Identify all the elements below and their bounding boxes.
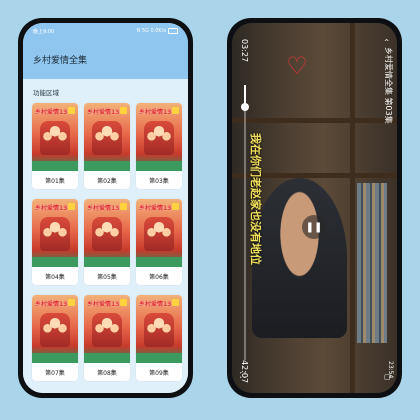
subtitle-text: 我在你们老赵家也没有地位 (249, 133, 262, 265)
status-time: 晚上9:00 (33, 28, 55, 35)
bookshelf-books (357, 183, 387, 343)
progress-track[interactable] (241, 85, 249, 360)
poster-grass (32, 353, 78, 363)
poster-tag (68, 107, 75, 114)
episode-label: 第02集 (97, 177, 117, 185)
shelf (350, 23, 355, 393)
episode-card[interactable]: 乡村爱情13 第09集 (136, 295, 182, 381)
poster-figures (92, 121, 122, 155)
episode-poster: 乡村爱情13 (136, 199, 182, 267)
content-area: 功能区域 乡村爱情13 第01集 乡村爱情13 第02集 乡村爱情13 第03集 乡村爱情1… (23, 79, 188, 393)
episode-label: 第04集 (45, 273, 65, 281)
poster-title: 乡村爱情13 (35, 301, 68, 308)
poster-tag (120, 299, 127, 306)
pause-button[interactable]: ❚❚ (302, 215, 326, 239)
shelf (232, 118, 397, 123)
episode-poster: 乡村爱情13 (84, 199, 130, 267)
status-network: N 5G 0.0K/s (136, 28, 167, 34)
episode-poster: 乡村爱情13 (136, 103, 182, 171)
episode-grid: 乡村爱情13 第01集 乡村爱情13 第02集 乡村爱情13 第03集 乡村爱情13 第04集… (23, 103, 188, 381)
video-player-screen[interactable]: ♡ 03:27 42:07 乡村爱情全集 第03集 23:54 我在你们老赵家也… (232, 23, 397, 393)
episode-card[interactable]: 乡村爱情13 第07集 (32, 295, 78, 381)
episode-poster: 乡村爱情13 (84, 103, 130, 171)
poster-grass (32, 257, 78, 267)
poster-tag (172, 203, 179, 210)
poster-title: 乡村爱情13 (35, 109, 68, 116)
poster-figures (144, 217, 174, 251)
poster-grass (136, 161, 182, 171)
poster-figures (92, 217, 122, 251)
episode-card[interactable]: 乡村爱情13 第05集 (84, 199, 130, 285)
poster-title: 乡村爱情13 (139, 301, 172, 308)
episode-label: 第01集 (45, 177, 65, 185)
episode-card[interactable]: 乡村爱情13 第01集 (32, 103, 78, 189)
right-phone: ♡ 03:27 42:07 乡村爱情全集 第03集 23:54 我在你们老赵家也… (227, 18, 402, 398)
video-title: 乡村爱情全集 第03集 (384, 47, 393, 124)
episode-list-screen: 晚上9:00 N 5G 0.0K/s 乡村爱情全集 功能区域 乡村爱情13 第01… (23, 23, 188, 393)
progress-handle[interactable] (241, 103, 249, 111)
poster-title: 乡村爱情13 (87, 301, 120, 308)
poster-title: 乡村爱情13 (35, 205, 68, 212)
poster-grass (84, 161, 130, 171)
poster-grass (136, 353, 182, 363)
episode-card[interactable]: 乡村爱情13 第08集 (84, 295, 130, 381)
episode-label: 第03集 (149, 177, 169, 185)
app-bar: 乡村爱情全集 (23, 39, 188, 79)
poster-figures (40, 217, 70, 251)
episode-label: 第08集 (97, 369, 117, 377)
status-bar: 晚上9:00 N 5G 0.0K/s (23, 23, 188, 39)
heart-decoration: ♡ (286, 52, 308, 80)
poster-grass (136, 257, 182, 267)
poster-grass (84, 257, 130, 267)
episode-label: 第07集 (45, 369, 65, 377)
poster-figures (92, 313, 122, 347)
poster-figures (144, 313, 174, 347)
current-time: 03:27 (240, 39, 249, 63)
lock-icon[interactable]: ▢ (384, 373, 391, 381)
poster-title: 乡村爱情13 (87, 109, 120, 116)
episode-label: 第05集 (97, 273, 117, 281)
pause-icon: ❚❚ (305, 221, 323, 233)
poster-tag (120, 203, 127, 210)
battery-icon (168, 28, 178, 34)
fullscreen-icon[interactable]: ⛶ (240, 371, 246, 381)
page-title: 乡村爱情全集 (33, 55, 88, 66)
poster-figures (40, 313, 70, 347)
poster-tag (172, 107, 179, 114)
video-person (252, 178, 347, 338)
chevron-left-icon[interactable]: ‹ (381, 38, 391, 42)
episode-poster: 乡村爱情13 (84, 295, 130, 363)
poster-tag (68, 203, 75, 210)
poster-title: 乡村爱情13 (139, 109, 172, 116)
poster-figures (144, 121, 174, 155)
poster-tag (120, 107, 127, 114)
episode-card[interactable]: 乡村爱情13 第04集 (32, 199, 78, 285)
poster-grass (84, 353, 130, 363)
episode-card[interactable]: 乡村爱情13 第06集 (136, 199, 182, 285)
episode-card[interactable]: 乡村爱情13 第03集 (136, 103, 182, 189)
episode-poster: 乡村爱情13 (32, 199, 78, 267)
episode-card[interactable]: 乡村爱情13 第02集 (84, 103, 130, 189)
episode-label: 第06集 (149, 273, 169, 281)
poster-title: 乡村爱情13 (87, 205, 120, 212)
episode-poster: 乡村爱情13 (136, 295, 182, 363)
episode-poster: 乡村爱情13 (32, 103, 78, 171)
poster-grass (32, 161, 78, 171)
poster-title: 乡村爱情13 (139, 205, 172, 212)
episode-poster: 乡村爱情13 (32, 295, 78, 363)
poster-tag (172, 299, 179, 306)
poster-figures (40, 121, 70, 155)
episode-label: 第09集 (149, 369, 169, 377)
left-phone: 晚上9:00 N 5G 0.0K/s 乡村爱情全集 功能区域 乡村爱情13 第01… (18, 18, 193, 398)
section-label: 功能区域 (33, 89, 59, 97)
poster-tag (68, 299, 75, 306)
